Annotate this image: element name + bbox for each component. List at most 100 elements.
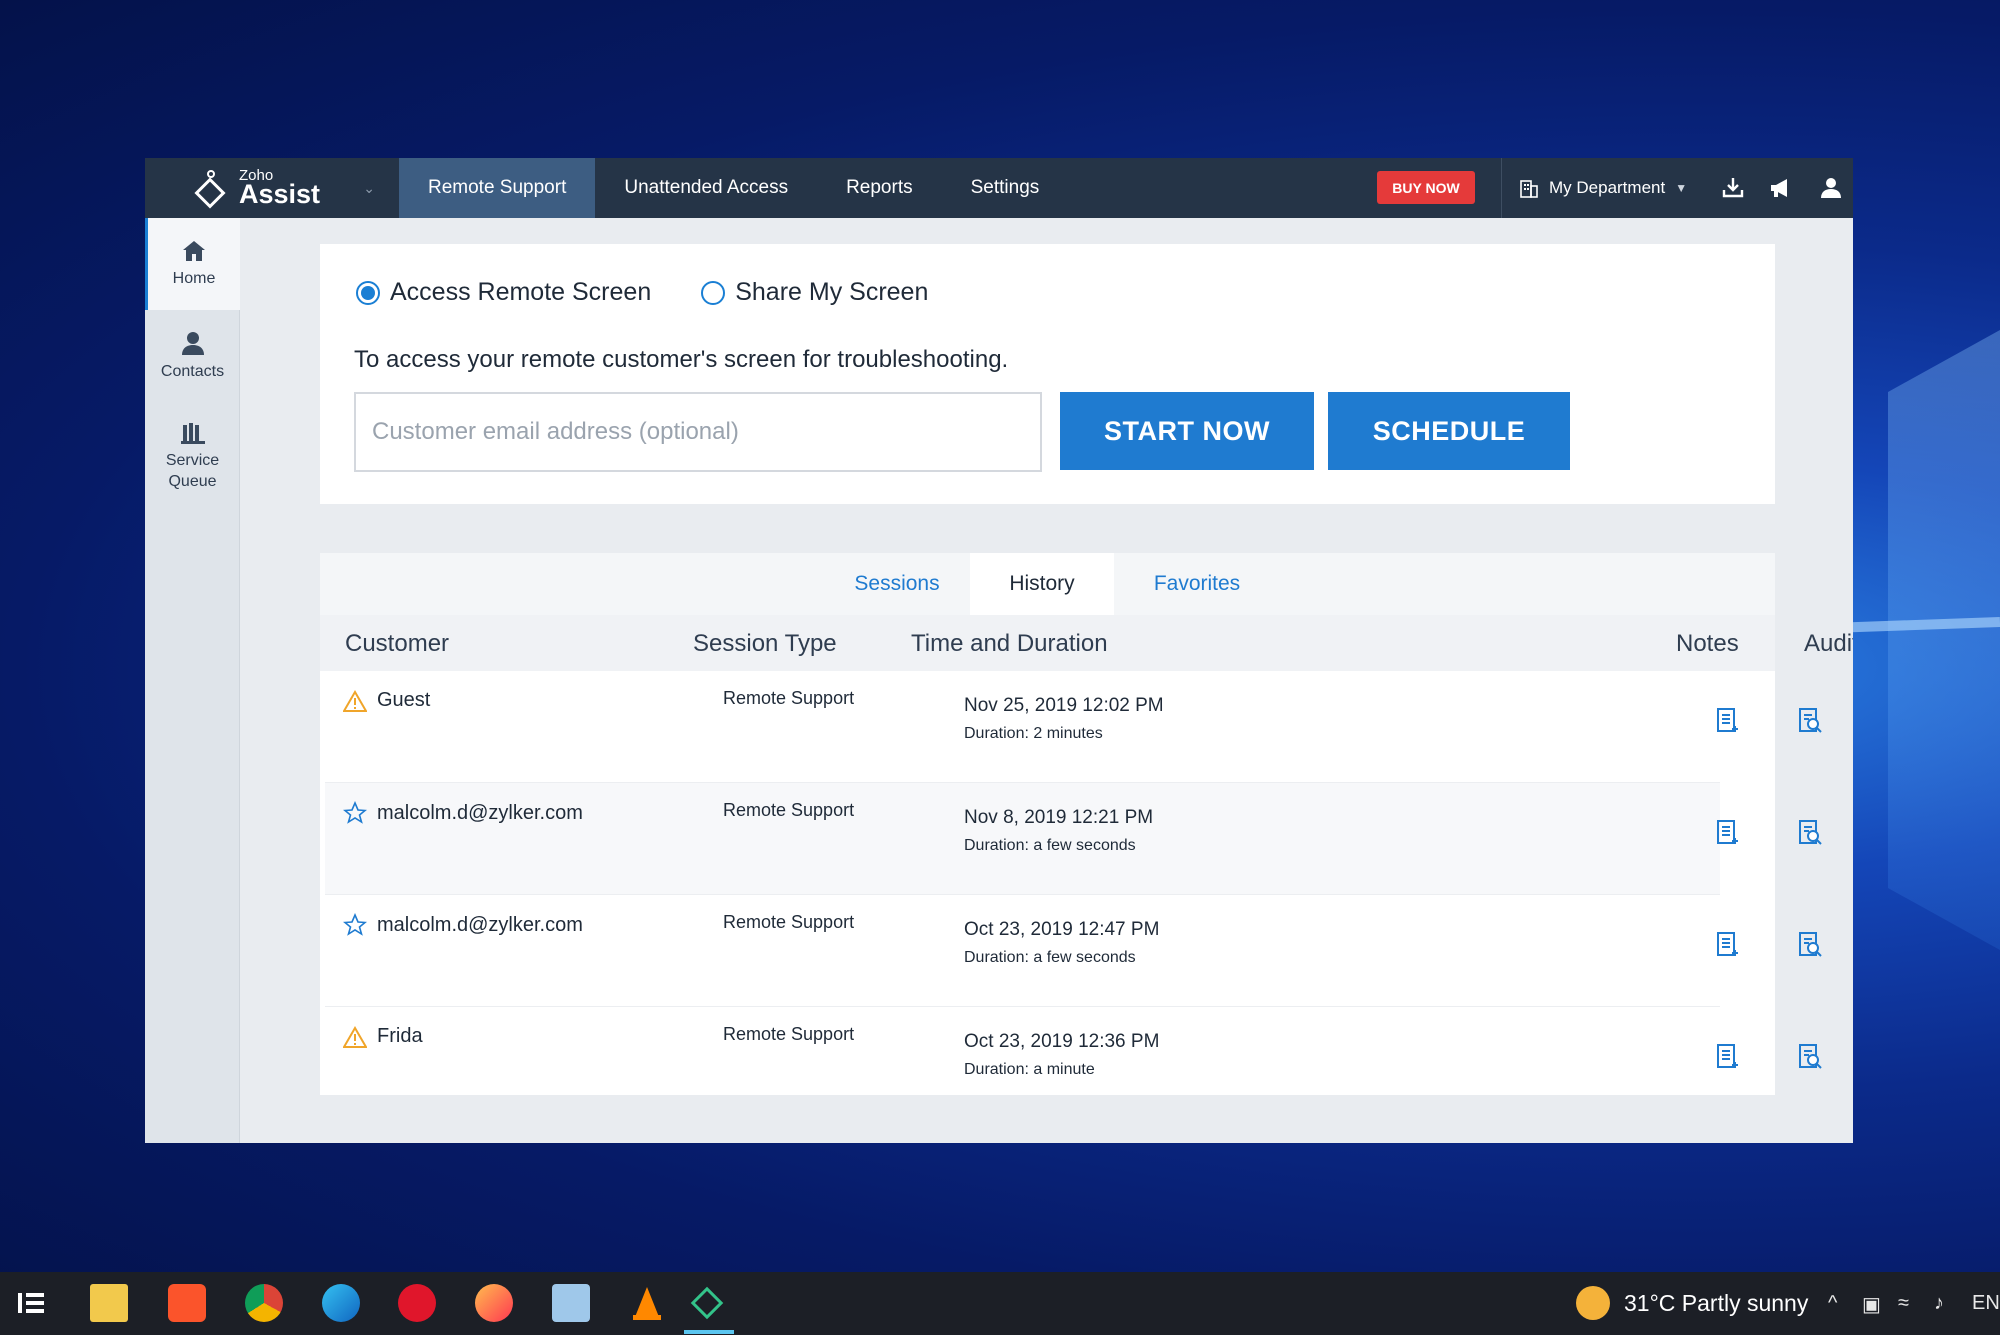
edge-icon[interactable] (322, 1284, 360, 1322)
sidebar-item-label: Contacts (160, 362, 225, 380)
session-type: Remote Support (723, 800, 855, 820)
nav-reports[interactable]: Reports (817, 158, 942, 218)
radio-share-my-screen[interactable] (701, 280, 726, 305)
table-row[interactable]: Guest Remote Support Nov 25, 2019 12:02 … (325, 671, 1822, 783)
column-header-notes: Notes (1676, 630, 1739, 657)
task-view-icon[interactable] (12, 1284, 50, 1322)
top-navigation-bar: Zoho Assist ⌄ Remote Support Unattended … (145, 158, 1853, 218)
nav-remote-support[interactable]: Remote Support (399, 158, 596, 218)
desktop-wallpaper-logo (1888, 330, 2000, 950)
chevron-up-icon[interactable]: ^ (1828, 1292, 1837, 1315)
weather-icon[interactable] (1576, 1286, 1610, 1320)
sidebar-item-contacts[interactable]: Contacts (145, 310, 240, 402)
star-icon[interactable] (343, 801, 367, 825)
sidebar-item-home[interactable]: Home (145, 218, 240, 310)
session-time: Oct 23, 2019 12:47 PM (964, 919, 1160, 940)
customer-name: malcolm.d@zylker.com (377, 913, 583, 936)
buy-now-button[interactable]: BUY NOW (1377, 171, 1475, 204)
session-time: Oct 23, 2019 12:36 PM (964, 1031, 1160, 1052)
column-header-audit: Audit (1804, 630, 1853, 657)
session-type: Remote Support (723, 688, 855, 708)
radio-access-remote-screen[interactable] (356, 280, 380, 305)
zoho-assist-taskbar-icon[interactable] (688, 1284, 726, 1322)
brand-logo[interactable]: Zoho Assist ⌄ (145, 158, 399, 218)
table-row[interactable]: malcolm.d@zylker.com Remote Support Nov … (325, 783, 1822, 895)
start-session-card: Access Remote Screen Share My Screen To … (320, 244, 1775, 504)
windows-taskbar: 31°C Partly sunny ^ ▣ ≈ ♪ EN (0, 1272, 2000, 1335)
nav-settings[interactable]: Settings (942, 158, 1069, 218)
table-row[interactable]: malcolm.d@zylker.com Remote Support Oct … (325, 895, 1822, 1007)
announcement-icon[interactable] (1767, 174, 1795, 202)
audit-icon[interactable] (1797, 707, 1823, 735)
sidebar-item-label: Service Queue (165, 452, 220, 490)
audit-icon[interactable] (1797, 819, 1823, 847)
session-description: To access your remote customer's screen … (354, 346, 1009, 373)
notes-icon[interactable] (1715, 819, 1739, 847)
session-time: Nov 25, 2019 12:02 PM (964, 695, 1164, 716)
session-type: Remote Support (723, 1024, 855, 1044)
warning-icon (343, 689, 367, 712)
session-mode-radio-group: Access Remote Screen Share My Screen (356, 278, 978, 307)
session-duration: Duration: a few seconds (964, 837, 1136, 854)
active-app-indicator (684, 1330, 734, 1334)
radio-label-share[interactable]: Share My Screen (735, 278, 928, 307)
brand-name: Assist (239, 179, 321, 209)
zoho-assist-logo-icon (191, 168, 231, 209)
column-header-time: Time and Duration (911, 630, 1108, 657)
table-header: Customer Session Type Time and Duration … (320, 615, 1853, 671)
customer-name: Guest (377, 689, 431, 711)
language-indicator[interactable]: EN (1972, 1292, 2000, 1315)
star-icon[interactable] (343, 913, 367, 937)
session-duration: Duration: 2 minutes (964, 725, 1103, 742)
start-now-button[interactable]: START NOW (1060, 392, 1314, 470)
column-header-customer: Customer (345, 630, 450, 657)
notes-icon[interactable] (1715, 1043, 1739, 1071)
tray-app-icon[interactable]: ▣ (1862, 1292, 1881, 1317)
audit-icon[interactable] (1797, 931, 1823, 959)
notes-icon[interactable] (1715, 931, 1739, 959)
firefox-icon[interactable] (475, 1284, 513, 1322)
table-row[interactable]: Frida Remote Support Oct 23, 2019 12:36 … (325, 1007, 1822, 1095)
customer-email-input[interactable] (354, 392, 1042, 472)
file-explorer-icon[interactable] (90, 1284, 128, 1322)
tab-history[interactable]: History (970, 553, 1114, 615)
home-icon (183, 240, 205, 261)
divider (1501, 158, 1502, 218)
contacts-icon (181, 331, 204, 355)
session-duration: Duration: a minute (964, 1061, 1095, 1078)
nav-unattended-access[interactable]: Unattended Access (595, 158, 817, 218)
sidebar-item-service-queue[interactable]: Service Queue (145, 402, 240, 512)
building-icon (1520, 180, 1538, 198)
user-profile-icon[interactable] (1817, 174, 1845, 202)
department-selector[interactable]: My Department ▼ (1519, 158, 1687, 218)
audit-icon[interactable] (1797, 1043, 1823, 1071)
tab-sessions[interactable]: Sessions (834, 553, 960, 615)
session-time: Nov 8, 2019 12:21 PM (964, 807, 1154, 828)
chrome-icon[interactable] (245, 1284, 283, 1322)
service-queue-icon (180, 423, 205, 445)
session-duration: Duration: a few seconds (964, 949, 1136, 966)
column-header-session-type: Session Type (693, 630, 837, 657)
sessions-history-card: Sessions History Favorites Customer Sess… (320, 553, 1853, 1095)
warning-icon (343, 1025, 367, 1048)
department-label: My Department (1549, 178, 1666, 197)
opera-icon[interactable] (398, 1284, 436, 1322)
customer-name: malcolm.d@zylker.com (377, 801, 583, 824)
customer-name: Frida (377, 1025, 423, 1047)
volume-icon[interactable]: ♪ (1934, 1292, 1944, 1315)
zoho-assist-window: Zoho Assist ⌄ Remote Support Unattended … (145, 158, 1853, 1143)
weather-text[interactable]: 31°C Partly sunny (1624, 1290, 1808, 1317)
left-sidebar: Home Contacts Service Queue (145, 218, 240, 1143)
vlc-icon[interactable] (628, 1284, 666, 1322)
download-icon[interactable] (1719, 174, 1747, 202)
schedule-button[interactable]: SCHEDULE (1328, 392, 1570, 470)
notepad-icon[interactable] (552, 1284, 590, 1322)
brave-browser-icon[interactable] (168, 1284, 206, 1322)
session-type: Remote Support (723, 912, 855, 932)
tab-favorites[interactable]: Favorites (1120, 553, 1274, 615)
caret-down-icon: ▼ (1675, 181, 1688, 195)
radio-label-access[interactable]: Access Remote Screen (390, 278, 651, 307)
notes-icon[interactable] (1715, 707, 1739, 735)
chevron-down-icon[interactable]: ⌄ (363, 180, 375, 197)
wifi-icon[interactable]: ≈ (1898, 1292, 1909, 1315)
